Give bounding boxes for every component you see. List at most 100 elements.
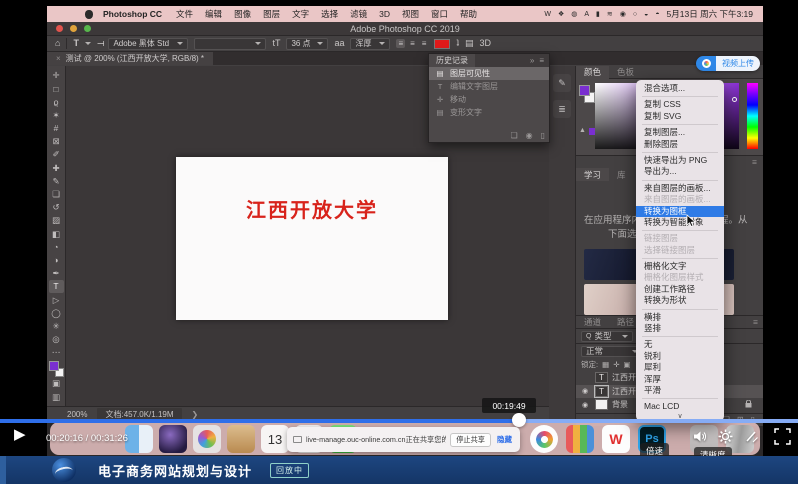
collapse-panel-icon[interactable]: » xyxy=(530,56,534,65)
stop-sharing-button[interactable]: 停止共享 xyxy=(450,433,491,447)
status-chevron-icon[interactable]: ❯ xyxy=(192,410,199,419)
menu-item-convert-to-frame[interactable]: 转换为图框 xyxy=(636,206,724,217)
foreground-color-swatch[interactable] xyxy=(579,85,590,96)
history-step[interactable]: ✛ 移动 xyxy=(429,93,549,106)
blend-mode-select[interactable]: 正常 xyxy=(581,346,643,357)
character-panel-icon[interactable]: ≣ xyxy=(553,100,571,118)
clone-stamp-tool-icon[interactable]: ❏ xyxy=(49,188,64,201)
menu-item-crisp[interactable]: 犀利 xyxy=(636,362,724,373)
text-color-swatch[interactable] xyxy=(434,39,450,49)
blur-tool-icon[interactable]: ◔ xyxy=(49,240,64,253)
menu-item-duplicate-layer[interactable]: 复制图层... xyxy=(636,127,724,138)
menu-type[interactable]: 文字 xyxy=(292,8,309,20)
warp-text-icon[interactable]: ʇ xyxy=(456,39,459,48)
3d-mode-label[interactable]: 3D xyxy=(480,39,492,48)
menu-item-quick-export-png[interactable]: 快速导出为 PNG xyxy=(636,155,724,166)
play-button[interactable]: ▶ xyxy=(14,427,26,442)
menu-item-vertical[interactable]: 竖排 xyxy=(636,323,724,334)
layer-visibility-toggle[interactable]: ◉ xyxy=(579,387,591,395)
menu-item-convert-to-smart-object[interactable]: 转换为智能对象 xyxy=(636,217,724,228)
magic-wand-tool-icon[interactable]: ✶ xyxy=(49,109,64,122)
video-frame[interactable]: Photoshop CC 文件 编辑 图像 图层 文字 选择 滤镜 3D 视图 … xyxy=(0,0,798,456)
lock-transparency-icon[interactable]: ▦ xyxy=(602,360,609,369)
settings-gear-icon[interactable] xyxy=(718,429,734,445)
menu-item-rasterize-type[interactable]: 栅格化文字 xyxy=(636,261,724,272)
annotate-pen-icon[interactable] xyxy=(744,429,760,445)
layer-thumbnail[interactable] xyxy=(595,399,608,410)
tab-swatches[interactable]: 色板 xyxy=(609,66,642,79)
new-snapshot-icon[interactable]: ◉ xyxy=(526,131,533,140)
pen-tool-icon[interactable]: ✒ xyxy=(49,267,64,280)
path-selection-tool-icon[interactable]: ▷ xyxy=(49,293,64,306)
foreground-color-swatch[interactable] xyxy=(49,361,59,371)
tab-libraries[interactable]: 库 xyxy=(609,168,634,181)
tab-learn[interactable]: 学习 xyxy=(576,168,609,181)
apple-icon[interactable] xyxy=(85,10,93,19)
menu-file[interactable]: 文件 xyxy=(176,8,193,20)
eraser-tool-icon[interactable]: ▨ xyxy=(49,214,64,227)
menu-item-blending-options[interactable]: 混合选项... xyxy=(636,83,724,94)
menu-layer[interactable]: 图层 xyxy=(263,8,280,20)
fullscreen-icon[interactable] xyxy=(774,428,790,444)
menu-item-sharp[interactable]: 锐利 xyxy=(636,351,724,362)
notes-dock-icon[interactable] xyxy=(227,425,255,453)
align-left-icon[interactable]: ≡ xyxy=(396,39,405,48)
more-tools-icon[interactable]: ⋯ xyxy=(49,346,64,359)
wifi-icon[interactable]: ≋ xyxy=(607,11,613,18)
calendar-dock-icon[interactable]: 13 xyxy=(261,425,289,453)
type-tool-preset-icon[interactable]: T xyxy=(73,39,79,48)
menu-item-delete-layer[interactable]: 删除图层 xyxy=(636,139,724,150)
menu-window[interactable]: 窗口 xyxy=(431,8,448,20)
menu-item-create-work-path[interactable]: 创建工作路径 xyxy=(636,284,724,295)
menu-item-convert-to-shape[interactable]: 转换为形状 xyxy=(636,295,724,306)
clover-app-dock-icon[interactable] xyxy=(530,425,558,453)
new-document-from-state-icon[interactable]: ❏ xyxy=(510,131,517,140)
menu-item-artboard-from-layers[interactable]: 来自图层的画板... xyxy=(636,183,724,194)
align-right-icon[interactable]: ≡ xyxy=(420,39,429,48)
home-icon[interactable]: ⌂ xyxy=(55,39,60,48)
menu-edit[interactable]: 编辑 xyxy=(205,8,222,20)
history-step[interactable]: T 编辑文字图层 xyxy=(429,80,549,93)
panel-menu-icon[interactable]: ≡ xyxy=(752,157,757,167)
menu-item-horizontal[interactable]: 横排 xyxy=(636,312,724,323)
text-orientation-icon[interactable]: T xyxy=(95,41,104,47)
photos-dock-icon[interactable] xyxy=(159,425,187,453)
launchpad-dock-icon[interactable] xyxy=(193,425,221,453)
clover-status-icon[interactable]: ❖ xyxy=(558,11,564,18)
anti-alias-select[interactable]: 浑厚 xyxy=(350,38,390,50)
menubar-clock[interactable]: 5月13日 周六 下午3:19 xyxy=(667,8,753,20)
layer-filter-select[interactable]: Q 类型 xyxy=(581,331,633,342)
archive-app-dock-icon[interactable] xyxy=(566,425,594,453)
siri-icon[interactable]: ◓ xyxy=(655,11,659,18)
input-method-icon[interactable]: A xyxy=(584,11,589,18)
battery-icon[interactable]: ▮ xyxy=(596,11,600,18)
hue-slider[interactable] xyxy=(747,83,758,149)
control-center-icon[interactable]: ◒ xyxy=(644,11,648,18)
menu-view[interactable]: 视图 xyxy=(402,8,419,20)
lock-pixels-icon[interactable]: ▣ xyxy=(623,360,630,369)
camera-status-icon[interactable]: ◍ xyxy=(571,11,577,18)
delete-state-icon[interactable]: ▯ xyxy=(541,131,545,140)
color-picker-cursor[interactable] xyxy=(732,97,737,102)
chevron-down-icon[interactable] xyxy=(85,42,91,45)
font-family-select[interactable]: Adobe 黑体 Std xyxy=(108,38,188,50)
gradient-tool-icon[interactable]: ◧ xyxy=(49,227,64,240)
marquee-tool-icon[interactable]: □ xyxy=(49,82,64,95)
brushes-panel-icon[interactable]: ✎ xyxy=(553,74,571,92)
volume-icon[interactable] xyxy=(692,429,708,445)
toggle-panels-icon[interactable]: ▤ xyxy=(465,39,474,48)
menu-select[interactable]: 选择 xyxy=(321,8,338,20)
move-tool-icon[interactable]: ✛ xyxy=(49,69,64,82)
wps-status-icon[interactable]: W xyxy=(544,11,551,18)
menu-item-strong[interactable]: 浑厚 xyxy=(636,374,724,385)
tab-color[interactable]: 颜色 xyxy=(576,66,609,79)
brush-tool-icon[interactable]: ✎ xyxy=(49,175,64,188)
progress-handle[interactable] xyxy=(512,413,526,427)
menubar-app-name[interactable]: Photoshop CC xyxy=(103,9,162,19)
wps-dock-icon[interactable]: W xyxy=(602,425,630,453)
lock-position-icon[interactable]: ✛ xyxy=(613,360,619,369)
shape-tool-icon[interactable]: ◯ xyxy=(49,306,64,319)
tab-channels[interactable]: 通道 xyxy=(576,316,609,329)
panel-menu-icon[interactable]: ≡ xyxy=(753,317,758,327)
color-swatches[interactable] xyxy=(49,361,64,377)
